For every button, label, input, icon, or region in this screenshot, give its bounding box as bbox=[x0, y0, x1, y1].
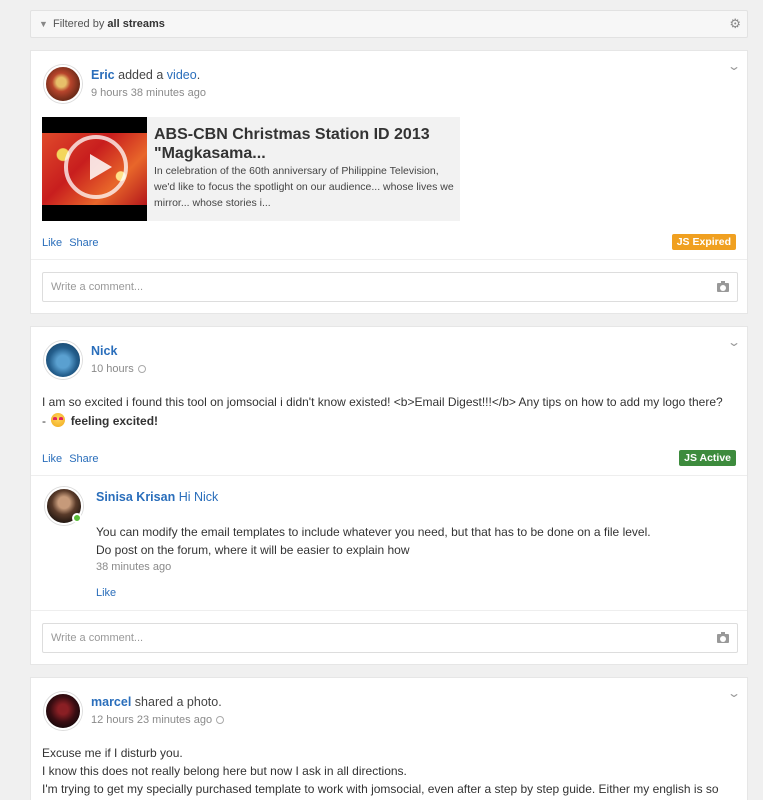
filter-prefix: Filtered by bbox=[53, 18, 105, 30]
stream-post-eric: ⌄ Eric added a video. 9 hours 38 minutes… bbox=[30, 50, 748, 314]
post-header: Eric added a video. bbox=[91, 68, 200, 82]
reply-like-link[interactable]: Like bbox=[96, 587, 116, 599]
stream-filter-bar[interactable]: ▼ Filtered by all streams ⚙ bbox=[30, 10, 748, 38]
video-description: In celebration of the 60th anniversary o… bbox=[154, 165, 454, 209]
video-thumbnail[interactable] bbox=[42, 117, 147, 221]
globe-icon bbox=[137, 365, 146, 373]
post-time[interactable]: 10 hours bbox=[91, 363, 146, 375]
post-time[interactable]: 12 hours 23 minutes ago bbox=[91, 714, 225, 726]
author-link[interactable]: marcel bbox=[91, 695, 131, 709]
action-text: shared a photo. bbox=[134, 695, 222, 709]
status-badge: JS Expired bbox=[671, 234, 736, 250]
video-link[interactable]: video bbox=[167, 68, 197, 82]
divider bbox=[31, 610, 747, 611]
video-embed[interactable]: ABS-CBN Christmas Station ID 2013 "Magka… bbox=[42, 117, 460, 221]
author-link[interactable]: Eric bbox=[91, 68, 115, 82]
divider bbox=[31, 475, 747, 476]
divider bbox=[31, 259, 747, 260]
post-header: marcel shared a photo. bbox=[91, 695, 222, 709]
feeling-prefix: - bbox=[42, 414, 46, 428]
stream-post-marcel: ⌄ marcel shared a photo. 12 hours 23 min… bbox=[30, 677, 748, 800]
reply-time[interactable]: 38 minutes ago bbox=[96, 561, 171, 573]
share-link[interactable]: Share bbox=[69, 453, 98, 465]
post-actions: Like Share bbox=[42, 237, 106, 249]
filter-value: all streams bbox=[107, 18, 165, 30]
post-time[interactable]: 9 hours 38 minutes ago bbox=[91, 87, 206, 99]
reply-actions: Like bbox=[96, 587, 123, 599]
post-actions: Like Share bbox=[42, 453, 106, 465]
post-options-chevron-icon[interactable]: ⌄ bbox=[727, 335, 741, 349]
avatar[interactable] bbox=[44, 65, 82, 103]
like-link[interactable]: Like bbox=[42, 453, 62, 465]
post-time-text: 12 hours 23 minutes ago bbox=[91, 714, 213, 726]
online-status-icon bbox=[72, 513, 82, 523]
video-title[interactable]: ABS-CBN Christmas Station ID 2013 "Magka… bbox=[154, 125, 454, 163]
chevron-down-icon[interactable]: ▼ bbox=[39, 19, 51, 29]
stream-post-nick: ⌄ Nick 10 hours I am so excited i found … bbox=[30, 326, 748, 665]
comment-input[interactable] bbox=[42, 623, 738, 653]
post-time-text: 10 hours bbox=[91, 363, 134, 375]
author-link[interactable]: Nick bbox=[91, 344, 117, 358]
reply-line-1: You can modify the email templates to in… bbox=[96, 525, 651, 539]
post-body-line-3: I'm trying to get my specially purchased… bbox=[42, 782, 719, 796]
reply-line-2: Do post on the forum, where it will be e… bbox=[96, 543, 410, 557]
gear-icon[interactable]: ⚙ bbox=[729, 16, 741, 32]
avatar[interactable] bbox=[44, 692, 82, 730]
post-body-line-2: I know this does not really belong here … bbox=[42, 764, 407, 778]
feeling-text: feeling excited! bbox=[70, 414, 159, 428]
post-body-line-1: Excuse me if I disturb you. bbox=[42, 746, 183, 760]
comment-input[interactable] bbox=[42, 272, 738, 302]
camera-icon[interactable] bbox=[717, 281, 729, 292]
reply-header: Sinisa Krisan Hi Nick bbox=[96, 490, 218, 504]
reply-author-link[interactable]: Sinisa Krisan bbox=[96, 490, 175, 504]
status-badge: JS Active bbox=[679, 450, 736, 466]
reply-greeting: Hi Nick bbox=[178, 490, 219, 504]
post-header: Nick bbox=[91, 344, 117, 358]
avatar[interactable] bbox=[44, 341, 82, 379]
globe-icon bbox=[216, 716, 225, 724]
post-message: I am so excited i found this tool on jom… bbox=[42, 395, 723, 409]
like-link[interactable]: Like bbox=[42, 237, 62, 249]
post-body: I am so excited i found this tool on jom… bbox=[42, 393, 742, 431]
post-options-chevron-icon[interactable]: ⌄ bbox=[727, 59, 741, 73]
action-suffix: . bbox=[196, 68, 201, 82]
action-text: added a bbox=[118, 68, 164, 82]
heart-eyes-emoji-icon bbox=[51, 413, 66, 427]
camera-icon[interactable] bbox=[717, 632, 729, 643]
play-icon[interactable] bbox=[64, 135, 128, 199]
share-link[interactable]: Share bbox=[69, 237, 98, 249]
post-options-chevron-icon[interactable]: ⌄ bbox=[727, 686, 741, 700]
